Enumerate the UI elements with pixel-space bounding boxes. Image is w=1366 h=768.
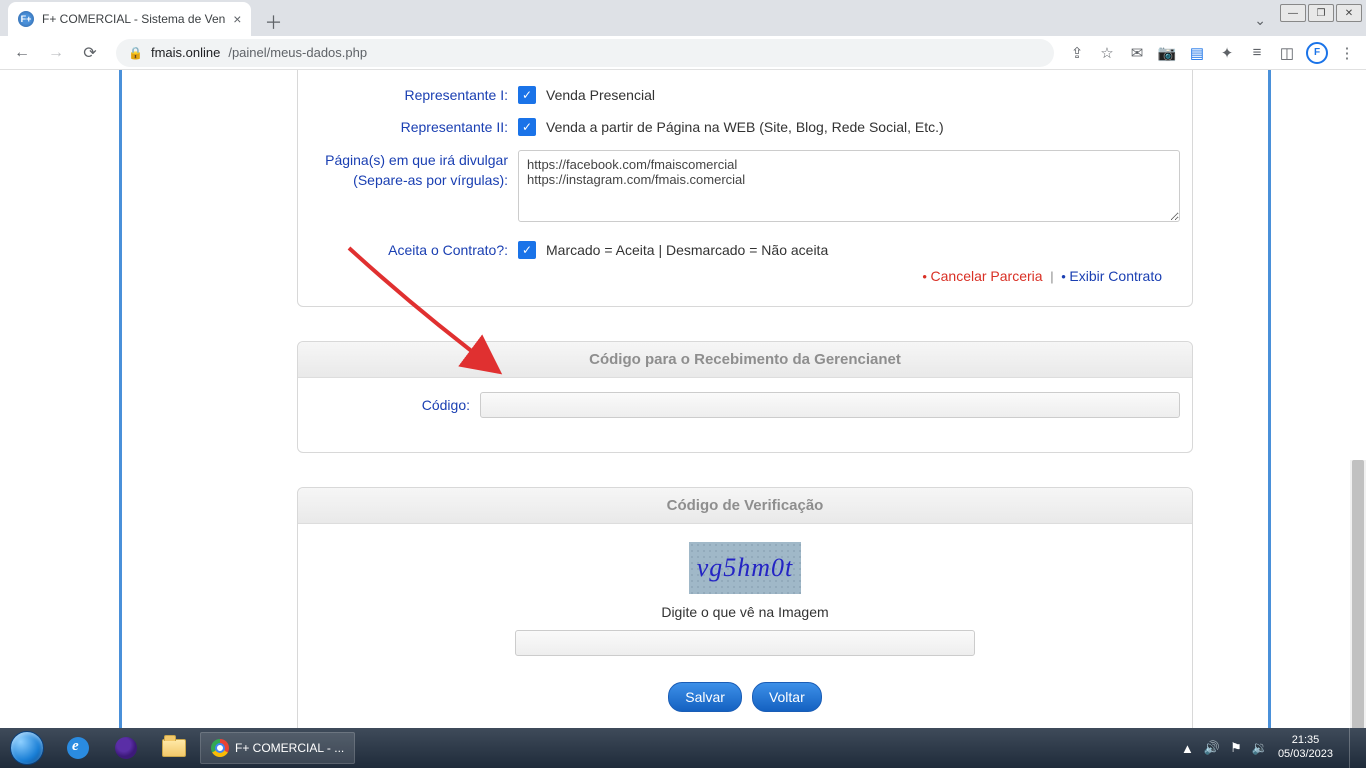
scrollbar-thumb[interactable] (1352, 460, 1364, 728)
label-accept-contract: Aceita o Contrato?: (310, 240, 518, 260)
bullet-icon: • (922, 269, 927, 284)
clock-time: 21:35 (1278, 734, 1333, 748)
minimize-window[interactable]: — (1280, 4, 1306, 22)
start-button[interactable] (0, 728, 54, 768)
save-button[interactable]: Salvar (668, 682, 742, 712)
taskbar-task-title: F+ COMERCIAL - ... (235, 741, 344, 755)
taskbar-firefox-icon[interactable] (102, 728, 150, 768)
tab-close-icon[interactable]: × (233, 11, 241, 27)
desc-rep2: Venda a partir de Página na WEB (Site, B… (546, 119, 944, 135)
label-codigo: Código: (310, 395, 480, 415)
section-header-verification: Código de Verificação (298, 488, 1192, 524)
address-bar[interactable]: 🔒 fmais.online/painel/meus-dados.php (116, 39, 1054, 67)
captcha-instruction: Digite o que vê na Imagem (310, 604, 1180, 620)
bullet-icon: • (1061, 269, 1066, 284)
taskbar-explorer-icon[interactable] (150, 728, 198, 768)
input-codigo-gerencianet[interactable] (480, 392, 1180, 418)
checkbox-accept-contract[interactable]: ✓ (518, 241, 536, 259)
input-captcha[interactable] (515, 630, 975, 656)
close-window[interactable]: ✕ (1336, 4, 1362, 22)
label-pages-note: (Separe-as por vírgulas): (310, 170, 508, 190)
tray-volume2-icon[interactable]: 🔉 (1252, 740, 1268, 756)
share-icon[interactable]: ⇪ (1066, 42, 1088, 64)
tray-show-hidden-icon[interactable]: ▲ (1181, 741, 1194, 756)
profile-icon[interactable]: F (1306, 42, 1328, 64)
show-desktop-button[interactable] (1349, 728, 1358, 768)
link-cancel-partnership[interactable]: Cancelar Parceria (931, 268, 1043, 284)
clock-date: 05/03/2023 (1278, 748, 1333, 762)
taskbar-ie-icon[interactable] (54, 728, 102, 768)
tab-favicon-icon: F+ (18, 11, 34, 27)
translate-icon[interactable]: ▤ (1186, 42, 1208, 64)
label-pages: Página(s) em que irá divulgar (310, 150, 508, 170)
back-button-form[interactable]: Voltar (752, 682, 822, 712)
camera-icon[interactable]: 📷 (1156, 42, 1178, 64)
mail-icon[interactable]: ✉ (1126, 42, 1148, 64)
captcha-image-text: vg5hm0t (697, 553, 794, 583)
label-rep2: Representante II: (310, 117, 518, 137)
checkbox-rep1[interactable]: ✓ (518, 86, 536, 104)
page-border-left (119, 70, 122, 728)
menu-icon[interactable]: ⋮ (1336, 42, 1358, 64)
reading-list-icon[interactable]: ≡ (1246, 42, 1268, 64)
link-show-contract[interactable]: Exibir Contrato (1069, 268, 1162, 284)
link-separator: | (1050, 269, 1053, 284)
maximize-window[interactable]: ❐ (1308, 4, 1334, 22)
captcha-image: vg5hm0t (689, 542, 801, 594)
lock-icon: 🔒 (128, 46, 143, 60)
tray-volume-icon[interactable]: 🔊 (1204, 740, 1220, 756)
browser-tab[interactable]: F+ F+ COMERCIAL - Sistema de Ven × (8, 2, 251, 36)
reload-button[interactable]: ⟳ (76, 39, 104, 67)
label-rep1: Representante I: (310, 85, 518, 105)
checkbox-rep2[interactable]: ✓ (518, 118, 536, 136)
back-button[interactable]: ← (8, 39, 36, 67)
forward-button[interactable]: → (42, 39, 70, 67)
desc-accept-contract: Marcado = Aceita | Desmarcado = Não acei… (546, 242, 828, 258)
taskbar-clock[interactable]: 21:35 05/03/2023 (1278, 734, 1333, 762)
tray-network-icon[interactable]: ⚑ (1230, 740, 1242, 756)
textarea-pages[interactable] (518, 150, 1180, 222)
extensions-icon[interactable]: ✦ (1216, 42, 1238, 64)
section-header-gerencianet: Código para o Recebimento da Gerencianet (298, 342, 1192, 378)
desc-rep1: Venda Presencial (546, 87, 655, 103)
url-host: fmais.online (151, 45, 220, 60)
bookmark-icon[interactable]: ☆ (1096, 42, 1118, 64)
page-border-right (1268, 70, 1271, 728)
sidepanel-icon[interactable]: ◫ (1276, 42, 1298, 64)
url-path: /painel/meus-dados.php (228, 45, 367, 60)
scrollbar[interactable] (1350, 460, 1366, 728)
chrome-icon (211, 739, 229, 757)
tab-title: F+ COMERCIAL - Sistema de Ven (42, 12, 225, 26)
tabs-overflow-icon[interactable]: ⌄ (1254, 12, 1266, 29)
new-tab-button[interactable]: ＋ (259, 8, 287, 36)
taskbar-task-chrome[interactable]: F+ COMERCIAL - ... (200, 732, 355, 764)
